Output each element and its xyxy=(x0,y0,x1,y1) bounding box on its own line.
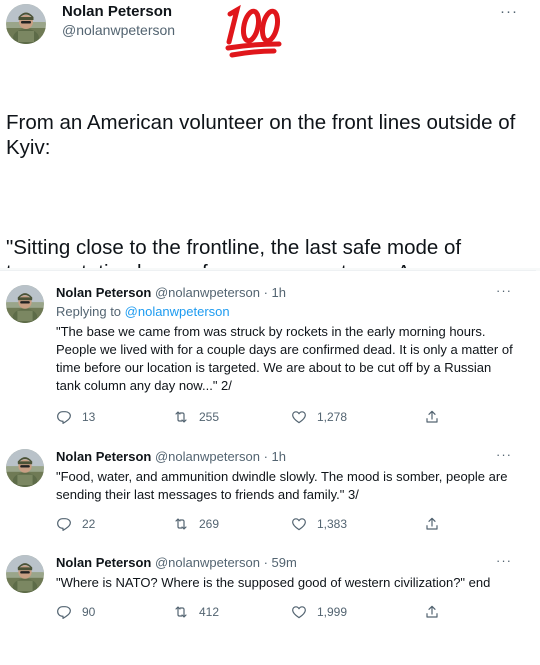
retweet-count: 269 xyxy=(199,517,220,531)
timestamp[interactable]: 1h xyxy=(272,285,286,300)
timestamp[interactable]: 59m xyxy=(272,555,297,570)
author-avatar[interactable] xyxy=(6,555,44,593)
share-icon xyxy=(424,604,440,620)
author-name[interactable]: Nolan Peterson xyxy=(62,3,172,20)
reply-icon xyxy=(56,604,72,620)
retweet-count: 255 xyxy=(199,410,220,424)
dot-separator: · xyxy=(259,449,272,464)
author-avatar[interactable] xyxy=(6,285,44,323)
like-button[interactable]: 1,999 xyxy=(291,603,347,621)
author-name[interactable]: Nolan Peterson xyxy=(56,555,151,570)
reply-icon xyxy=(56,516,72,532)
retweet-icon xyxy=(173,604,189,620)
share-icon xyxy=(424,516,440,532)
more-options-icon[interactable]: ··· xyxy=(496,283,512,298)
dot-separator: · xyxy=(259,285,272,300)
reply-tweet[interactable]: Nolan Peterson @nolanwpeterson · 1h ··· … xyxy=(0,447,536,529)
replying-handle-link[interactable]: @nolanwpeterson xyxy=(125,304,230,319)
author-handle[interactable]: @nolanwpeterson xyxy=(155,285,260,300)
reply-header: Nolan Peterson @nolanwpeterson · 1h xyxy=(56,449,286,464)
avatar-image xyxy=(6,285,44,323)
retweet-icon xyxy=(173,516,189,532)
avatar-image xyxy=(6,449,44,487)
like-icon xyxy=(291,516,307,532)
author-name[interactable]: Nolan Peterson xyxy=(56,285,151,300)
share-button[interactable] xyxy=(424,515,450,533)
like-button[interactable]: 1,383 xyxy=(291,515,347,533)
retweet-icon xyxy=(173,409,189,425)
share-button[interactable] xyxy=(424,603,450,621)
reply-text: "Where is NATO? Where is the supposed go… xyxy=(56,575,491,590)
reply-header: Nolan Peterson @nolanwpeterson · 59m xyxy=(56,555,297,570)
like-icon xyxy=(291,604,307,620)
tweet-paragraph: From an American volunteer on the front … xyxy=(6,111,522,159)
action-bar: 22 269 1,383 xyxy=(56,515,456,533)
author-handle[interactable]: @nolanwpeterson xyxy=(155,449,260,464)
reply-tweet[interactable]: Nolan Peterson @nolanwpeterson · 1h ··· … xyxy=(0,283,536,426)
dot-separator: · xyxy=(259,555,272,570)
timestamp[interactable]: 1h xyxy=(272,449,286,464)
retweet-button[interactable]: 412 xyxy=(173,603,219,621)
avatar-image xyxy=(6,555,44,593)
reply-button[interactable]: 22 xyxy=(56,515,95,533)
reply-thread: Nolan Peterson @nolanwpeterson · 1h ··· … xyxy=(0,270,536,626)
action-bar: 90 412 1,999 xyxy=(56,603,456,621)
reply-text: "Food, water, and ammunition dwindle slo… xyxy=(56,469,508,502)
retweet-count: 412 xyxy=(199,605,220,619)
author-handle[interactable]: @nolanwpeterson xyxy=(155,555,260,570)
reply-count: 90 xyxy=(82,605,96,619)
more-options-icon[interactable]: ··· xyxy=(496,447,512,462)
like-icon xyxy=(291,409,307,425)
reply-button[interactable]: 90 xyxy=(56,603,95,621)
reply-icon xyxy=(56,409,72,425)
retweet-button[interactable]: 255 xyxy=(173,408,219,426)
share-button[interactable] xyxy=(424,408,450,426)
hundred-points-icon xyxy=(222,0,284,60)
reply-count: 22 xyxy=(82,517,96,531)
like-count: 1,278 xyxy=(317,410,348,424)
reply-header: Nolan Peterson @nolanwpeterson · 1h xyxy=(56,285,286,300)
replying-prefix: Replying to xyxy=(56,304,125,319)
avatar-image xyxy=(6,4,46,44)
like-button[interactable]: 1,278 xyxy=(291,408,347,426)
reply-text: "The base we came from was struck by roc… xyxy=(56,324,513,393)
action-bar: 13 255 1,278 xyxy=(56,408,456,426)
author-name[interactable]: Nolan Peterson xyxy=(56,449,151,464)
page-bottom xyxy=(0,625,540,665)
author-handle[interactable]: @nolanwpeterson xyxy=(62,22,175,38)
share-icon xyxy=(424,409,440,425)
reply-tweet[interactable]: Nolan Peterson @nolanwpeterson · 59m ···… xyxy=(0,553,536,625)
author-avatar[interactable] xyxy=(6,449,44,487)
like-count: 1,999 xyxy=(317,605,348,619)
reply-button[interactable]: 13 xyxy=(56,408,95,426)
author-avatar[interactable] xyxy=(6,4,46,44)
retweet-button[interactable]: 269 xyxy=(173,515,219,533)
reply-count: 13 xyxy=(82,410,96,424)
like-count: 1,383 xyxy=(317,517,348,531)
replying-to: Replying to @nolanwpeterson xyxy=(56,304,230,319)
more-options-icon[interactable]: ··· xyxy=(496,553,512,568)
more-options-icon[interactable]: ··· xyxy=(500,3,518,20)
